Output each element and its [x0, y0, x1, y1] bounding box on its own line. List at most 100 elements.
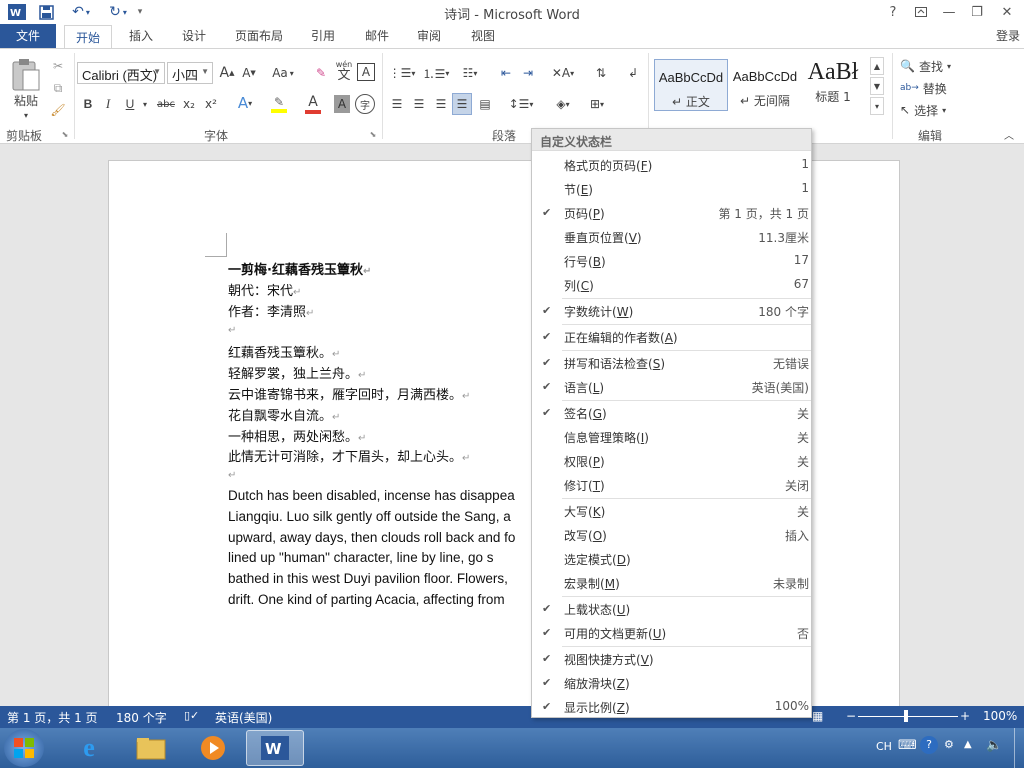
menu-item[interactable]: 信息管理策略(I) 关	[532, 425, 811, 449]
sign-in-link[interactable]: 登录	[992, 24, 1024, 48]
tab-view[interactable]: 视图	[462, 24, 504, 48]
increase-indent-icon[interactable]: ⇥	[518, 63, 538, 83]
tab-review[interactable]: 审阅	[408, 24, 450, 48]
document-line[interactable]: 云中谁寄锦书来，雁字回时，月满西楼。↵	[228, 384, 470, 403]
show-hide-marks-icon[interactable]: ↲	[624, 63, 642, 83]
enclose-characters-button[interactable]: 字	[355, 94, 375, 114]
document-line[interactable]: 朝代：宋代↵	[228, 280, 301, 299]
status-words[interactable]: 180 个字	[116, 709, 167, 726]
document-line[interactable]: 作者：李清照↵	[228, 301, 314, 320]
document-line[interactable]: 花自飘零水自流。↵	[228, 405, 340, 424]
tab-home[interactable]: 开始	[64, 25, 112, 49]
select-button[interactable]: ↖ 选择 ▾	[900, 101, 962, 119]
minimize-button[interactable]: —	[936, 2, 962, 22]
collapse-ribbon-icon[interactable]: ︿	[1002, 127, 1016, 142]
keyboard-icon[interactable]: ⌨	[898, 738, 917, 753]
grow-font-icon[interactable]: A ▲	[218, 63, 236, 83]
menu-item[interactable]: 行号(B) 17	[532, 249, 811, 273]
chinese-layout-icon[interactable]: ✕A ▾	[548, 63, 578, 83]
status-page[interactable]: 第 1 页，共 1 页	[7, 709, 98, 726]
explorer-icon[interactable]	[122, 730, 180, 766]
styles-scroll-down-icon[interactable]: ▼	[870, 77, 884, 95]
menu-item[interactable]: 权限(P) 关	[532, 449, 811, 473]
numbering-icon[interactable]: ⒈☰ ▾	[420, 63, 452, 83]
show-desktop-button[interactable]	[1014, 728, 1024, 768]
start-button-icon[interactable]	[4, 729, 44, 767]
document-line[interactable]: 一种相思，两处闲愁。↵	[228, 426, 366, 445]
styles-scroll-up-icon[interactable]: ▲	[870, 57, 884, 75]
menu-item[interactable]: 列(C) 67	[532, 273, 811, 297]
clipboard-launcher-icon[interactable]: ⬊	[60, 129, 70, 139]
word-taskbar-icon[interactable]: W	[246, 730, 304, 766]
styles-more-icon[interactable]: ▾	[870, 97, 884, 115]
menu-item[interactable]: ✔ 上载状态(U)	[532, 597, 811, 621]
help-button[interactable]: ?	[880, 2, 906, 22]
sort-icon[interactable]: ⇅	[590, 63, 612, 83]
font-launcher-icon[interactable]: ⬊	[368, 129, 378, 139]
clear-formatting-icon[interactable]: ✎	[312, 63, 330, 83]
document-line[interactable]: lined up "human" character, line by line…	[228, 550, 494, 565]
italic-button[interactable]: I	[100, 95, 116, 113]
bold-button[interactable]: B	[80, 95, 96, 113]
subscript-button[interactable]: x₂	[180, 95, 198, 113]
menu-item[interactable]: 选定模式(D)	[532, 547, 811, 571]
document-line[interactable]: Dutch has been disabled, incense has dis…	[228, 488, 515, 503]
poem-title[interactable]: 一剪梅·红藕香残玉簟秋↵	[228, 259, 371, 278]
document-line[interactable]: drift. One kind of parting Acacia, affec…	[228, 592, 505, 607]
style-normal[interactable]: AaBbCcDd ↵ 正文	[654, 59, 728, 111]
proofing-icon[interactable]: ▯✓	[184, 709, 199, 722]
zoom-slider-track[interactable]	[858, 716, 958, 717]
highlight-color-icon[interactable]: ✎	[264, 93, 294, 115]
menu-item[interactable]: ✔ 签名(G) 关	[532, 401, 811, 425]
tab-insert[interactable]: 插入	[120, 24, 162, 48]
font-color-icon[interactable]: A	[298, 93, 328, 115]
align-center-icon[interactable]: ☰	[410, 95, 428, 113]
tab-mailings[interactable]: 邮件	[356, 24, 398, 48]
ie-icon[interactable]: e	[60, 730, 118, 766]
copy-icon[interactable]: ⧉	[48, 79, 68, 97]
underline-button[interactable]: U	[122, 95, 138, 113]
status-zoom[interactable]: 100%	[983, 709, 1017, 723]
borders-icon[interactable]: ⊞ ▾	[582, 95, 612, 113]
change-case-button[interactable]: Aa ▾	[268, 63, 298, 83]
phonetic-guide-button[interactable]: wén 文	[334, 59, 354, 83]
distributed-icon[interactable]: ▤	[476, 95, 494, 113]
zoom-slider-thumb[interactable]	[904, 710, 908, 722]
document-line[interactable]: ↵	[228, 322, 236, 337]
menu-item[interactable]: 宏录制(M) 未录制	[532, 571, 811, 595]
media-player-icon[interactable]	[184, 730, 242, 766]
ribbon-display-options-icon[interactable]	[908, 2, 934, 22]
menu-item[interactable]: ✔ 拼写和语法检查(S) 无错误	[532, 351, 811, 375]
font-name-combo[interactable]: Calibri (西文) ▼	[77, 62, 165, 84]
menu-item[interactable]: ✔ 正在编辑的作者数(A)	[532, 325, 811, 349]
menu-item[interactable]: ✔ 显示比例(Z) 100%	[532, 695, 811, 719]
menu-item[interactable]: ✔ 字数统计(W) 180 个字	[532, 299, 811, 323]
text-effects-icon[interactable]: A ▾	[232, 93, 258, 113]
replace-button[interactable]: ab→ 替换	[900, 79, 962, 97]
menu-item[interactable]: 垂直页位置(V) 11.3厘米	[532, 225, 811, 249]
volume-icon[interactable]: 🔈	[986, 738, 1002, 753]
bullets-icon[interactable]: ⋮☰ ▾	[386, 63, 418, 83]
shading-icon[interactable]: ◈ ▾	[548, 95, 578, 113]
document-line[interactable]: upward, away days, then clouds roll back…	[228, 530, 515, 545]
zoom-in-icon[interactable]: +	[960, 709, 970, 723]
ime-indicator[interactable]: CH	[876, 740, 892, 753]
help-icon[interactable]: ?	[920, 736, 938, 754]
find-button[interactable]: 🔍 查找 ▾	[900, 57, 962, 75]
character-shading-button[interactable]: A	[334, 95, 350, 113]
paste-icon[interactable]	[8, 57, 44, 93]
underline-dropdown-icon[interactable]: ▾	[140, 97, 150, 111]
close-button[interactable]: ✕	[994, 2, 1020, 22]
menu-item[interactable]: ✔ 语言(L) 英语(美国)	[532, 375, 811, 399]
paste-button[interactable]: 粘贴	[6, 91, 46, 109]
restore-button[interactable]: ❐	[964, 2, 990, 22]
menu-item[interactable]: 节(E) 1	[532, 177, 811, 201]
document-line[interactable]: ↵	[228, 467, 236, 482]
line-spacing-icon[interactable]: ↕☰ ▾	[506, 95, 536, 113]
decrease-indent-icon[interactable]: ⇤	[496, 63, 516, 83]
justify-icon[interactable]: ☰	[452, 93, 472, 115]
align-right-icon[interactable]: ☰	[432, 95, 450, 113]
document-line[interactable]: 红藕香残玉簟秋。↵	[228, 342, 340, 361]
shrink-font-icon[interactable]: A ▼	[240, 63, 258, 83]
character-border-button[interactable]: A	[357, 63, 375, 81]
